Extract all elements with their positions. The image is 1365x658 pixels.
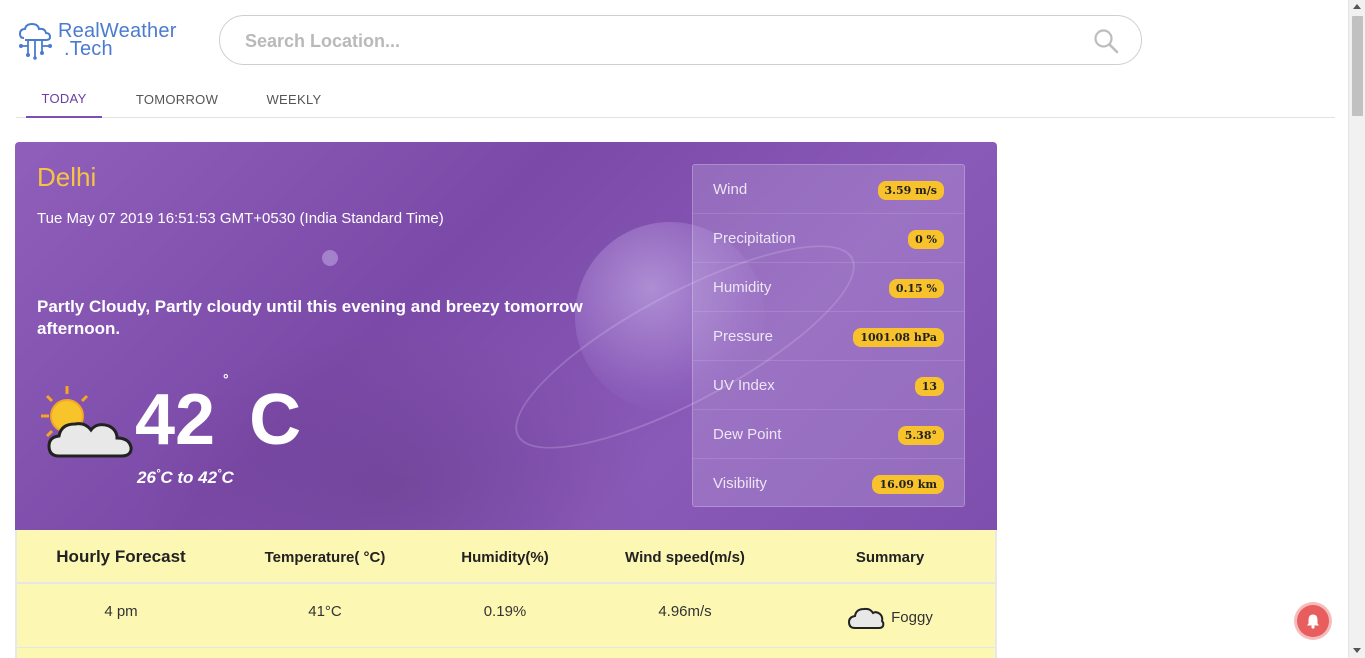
detail-label: Pressure	[713, 328, 774, 345]
weather-summary: Partly Cloudy, Partly cloudy until this …	[37, 297, 583, 338]
header-humidity: Humidity(%)	[461, 548, 549, 566]
temperature-range: 26°C to 42°C	[137, 468, 234, 488]
scroll-up-arrow-icon[interactable]	[1353, 4, 1361, 9]
summary-text: Foggy	[891, 608, 933, 626]
current-weather-card: Delhi Tue May 07 2019 16:51:53 GMT+0530 …	[15, 142, 997, 530]
detail-value-badge: 0.15 %	[888, 279, 944, 298]
detail-pressure: Pressure 1001.08 hPa	[693, 312, 964, 361]
tab-weekly[interactable]: WEEKLY	[262, 80, 326, 118]
range-to: to	[177, 468, 194, 487]
detail-visibility: Visibility 16.09 km	[693, 459, 964, 508]
tab-today[interactable]: TODAY	[26, 80, 102, 118]
cell-humidity: 0.19%	[483, 602, 527, 620]
bell-icon	[1307, 614, 1319, 629]
detail-uv-index: UV Index 13	[693, 361, 964, 410]
cell-time: 4 pm	[104, 602, 138, 620]
detail-value-badge: 5.38°	[897, 426, 944, 445]
detail-value-badge: 3.59 m/s	[877, 181, 944, 200]
degree-symbol: °	[223, 371, 229, 387]
city-name: Delhi	[37, 162, 97, 192]
notification-bell-button[interactable]	[1297, 605, 1329, 637]
current-temperature: 42 ° C	[135, 372, 301, 468]
cloud-icon	[848, 607, 885, 629]
brand-line-2: .Tech	[64, 38, 113, 60]
cloud-circuit-icon	[18, 22, 52, 60]
detail-precipitation: Precipitation 0 %	[693, 214, 964, 263]
detail-value-badge: 1001.08 hPa	[853, 328, 944, 347]
detail-label: Visibility	[713, 475, 767, 492]
brand-name: RealWeather .Tech	[58, 21, 177, 60]
cell-summary: Foggy	[785, 592, 995, 642]
cell-temperature: 41°C	[308, 602, 342, 620]
table-header: Hourly Forecast Temperature( °C) Humidit…	[17, 530, 995, 584]
forecast-tabs: TODAY TOMORROW WEEKLY	[16, 80, 1335, 118]
temperature-value: 42	[135, 380, 216, 460]
detail-wind: Wind 3.59 m/s	[693, 165, 964, 214]
hourly-forecast-table: Hourly Forecast Temperature( °C) Humidit…	[15, 530, 997, 658]
range-low: 26	[137, 468, 156, 487]
detail-value-badge: 13	[914, 377, 944, 396]
detail-value-badge: 0 %	[908, 230, 944, 249]
temperature-unit: C	[249, 380, 302, 460]
header-temperature: Temperature( °C)	[264, 548, 386, 566]
search-icon[interactable]	[1093, 28, 1119, 54]
scroll-thumb[interactable]	[1352, 16, 1363, 116]
detail-label: Precipitation	[713, 230, 796, 247]
detail-value-badge: 16.09 km	[872, 475, 944, 494]
table-row: 4 pm 41°C 0.19% 4.96m/s Foggy	[17, 586, 995, 648]
header-hourly-forecast: Hourly Forecast	[56, 547, 186, 566]
header-summary: Summary	[855, 548, 925, 566]
tab-tomorrow[interactable]: TOMORROW	[132, 80, 222, 118]
page-scrollbar[interactable]	[1348, 0, 1365, 658]
detail-humidity: Humidity 0.15 %	[693, 263, 964, 312]
detail-dew-point: Dew Point 5.38°	[693, 410, 964, 459]
background-moon	[322, 250, 338, 266]
range-low-unit: C	[160, 468, 173, 487]
brand-logo[interactable]: RealWeather .Tech	[16, 20, 191, 64]
current-datetime: Tue May 07 2019 16:51:53 GMT+0530 (India…	[37, 210, 444, 227]
detail-label: UV Index	[713, 377, 775, 394]
range-high-unit: C	[221, 468, 234, 487]
range-high: 42	[198, 468, 218, 487]
scroll-down-arrow-icon[interactable]	[1353, 648, 1361, 653]
search-bar	[219, 15, 1142, 65]
detail-label: Humidity	[713, 279, 772, 296]
detail-label: Dew Point	[713, 426, 782, 443]
cell-wind: 4.96m/s	[658, 602, 712, 620]
search-input[interactable]	[245, 28, 1065, 54]
partly-cloudy-day-icon	[41, 386, 133, 458]
detail-label: Wind	[713, 181, 748, 198]
weather-details-panel: Wind 3.59 m/s Precipitation 0 % Humidity…	[692, 164, 965, 507]
page: RealWeather .Tech TODAY TOMORROW WEEKLY …	[0, 0, 1365, 658]
header-wind-speed: Wind speed(m/s)	[625, 548, 745, 566]
